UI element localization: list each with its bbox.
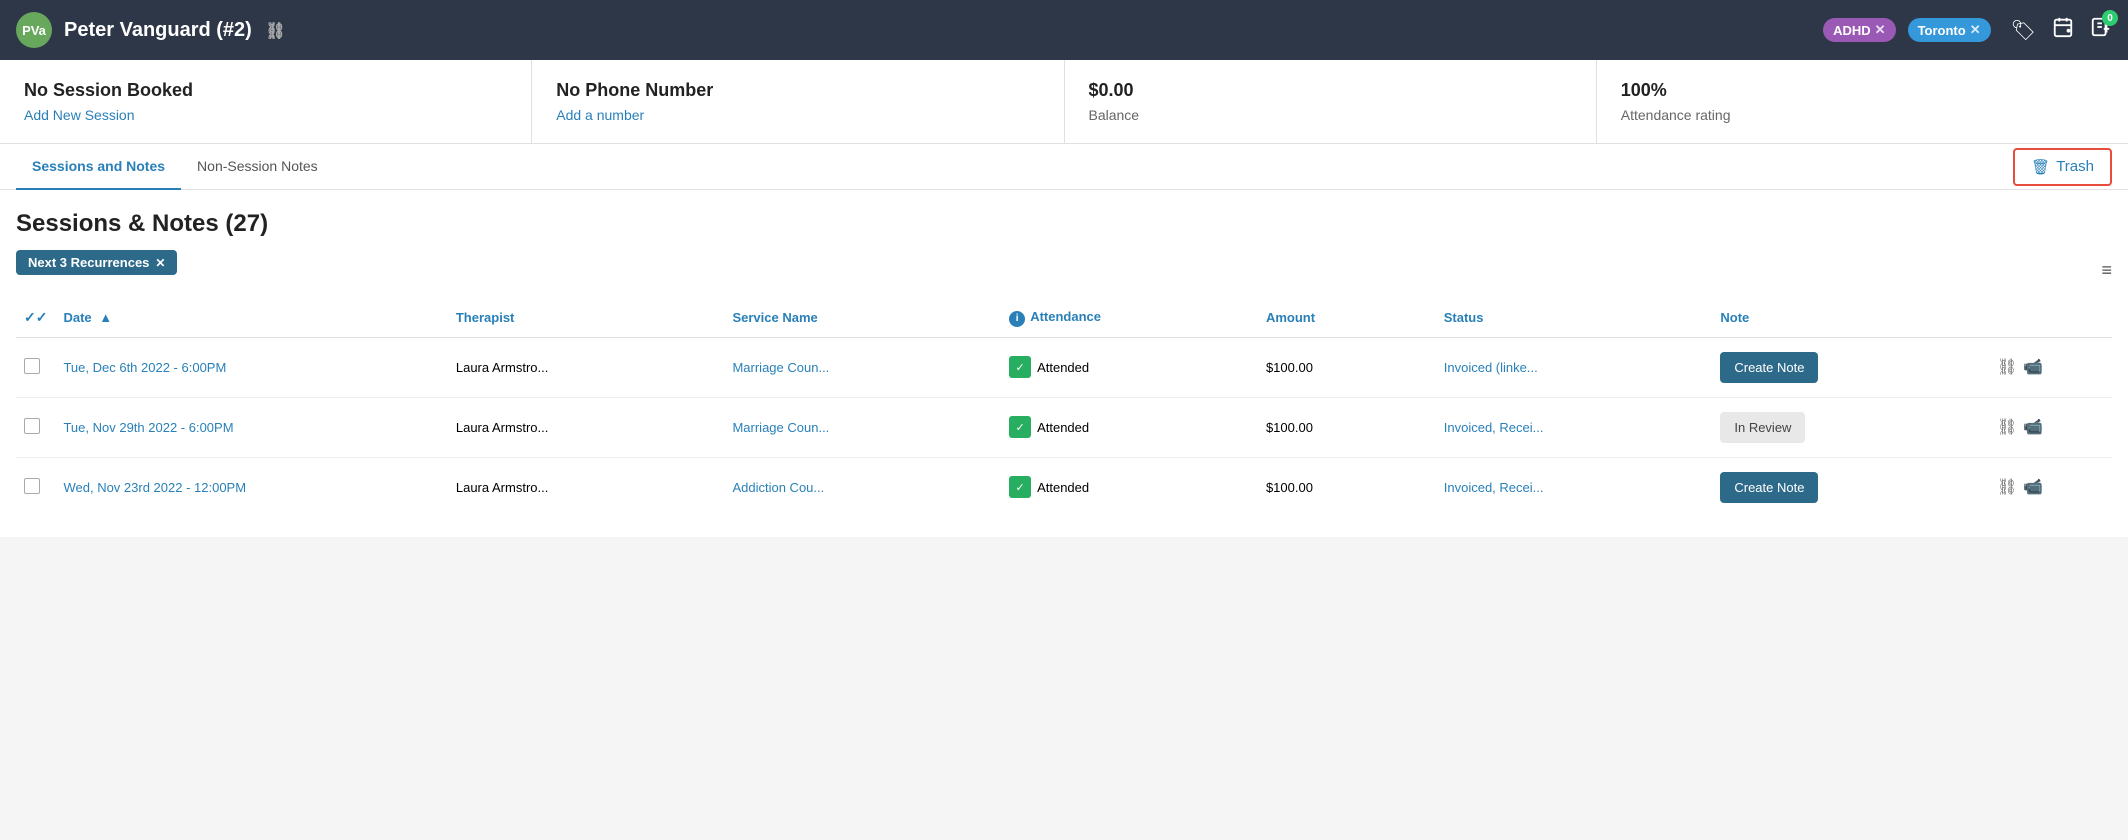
row3-service[interactable]: Addiction Cou... [724, 457, 1001, 517]
tag-adhd-remove[interactable]: ✕ [1875, 22, 1886, 38]
tags-icon[interactable]: 🏷 [2011, 18, 2036, 43]
row3-checkbox-cell[interactable] [16, 457, 55, 517]
filter-tag-recurrences[interactable]: Next 3 Recurrences ✕ [16, 250, 177, 275]
attendance-check-icon: ✓ [1009, 416, 1031, 438]
stats-row: No Session Booked Add New Session No Pho… [0, 60, 2128, 144]
main-content: Sessions & Notes (27) Next 3 Recurrences… [0, 190, 2128, 537]
stat-balance: $0.00 Balance [1065, 60, 1597, 143]
client-name: Peter Vanguard (#2) ⛓ [64, 19, 1811, 42]
row3-video-icon[interactable]: 📹 [2023, 477, 2043, 497]
avatar: PVa [16, 12, 52, 48]
sessions-table: ✓✓ Date ▲ Therapist Service Name i Atten… [16, 299, 2112, 517]
col-header-attendance[interactable]: i Attendance [1001, 299, 1258, 337]
filter-tag-remove[interactable]: ✕ [155, 256, 165, 270]
row1-amount: $100.00 [1258, 337, 1436, 397]
col-header-service[interactable]: Service Name [724, 299, 1001, 337]
stat-phone-title: No Phone Number [556, 80, 1039, 101]
row2-therapist: Laura Armstro... [448, 397, 725, 457]
row1-checkbox-cell[interactable] [16, 337, 55, 397]
row1-note-button-cell[interactable]: Create Note [1712, 337, 1989, 397]
row3-attendance: ✓ Attended [1001, 457, 1258, 517]
row1-attendance: ✓ Attended [1001, 337, 1258, 397]
row2-attendance: ✓ Attended [1001, 397, 1258, 457]
col-header-date[interactable]: Date ▲ [55, 299, 447, 337]
tabs-bar: Sessions and Notes Non-Session Notes 🗑 T… [0, 144, 2128, 190]
row2-in-review-button[interactable]: In Review [1720, 412, 1805, 443]
section-title: Sessions & Notes (27) [16, 210, 2112, 238]
attendance-info-icon[interactable]: i [1009, 311, 1025, 327]
filter-row: Next 3 Recurrences ✕ ≡ [16, 250, 2112, 291]
col-header-actions [1989, 299, 2112, 337]
row1-actions: ⛓ 📹 [1989, 337, 2112, 397]
col-header-status[interactable]: Status [1436, 299, 1713, 337]
col-header-amount[interactable]: Amount [1258, 299, 1436, 337]
row1-link-icon[interactable]: ⛓ [1997, 357, 2017, 377]
header: PVa Peter Vanguard (#2) ⛓ ADHD ✕ Toronto… [0, 0, 2128, 60]
row3-note-button-cell[interactable]: Create Note [1712, 457, 1989, 517]
row1-status[interactable]: Invoiced (linke... [1436, 337, 1713, 397]
stat-phone: No Phone Number Add a number [532, 60, 1064, 143]
row3-amount: $100.00 [1258, 457, 1436, 517]
header-icons: 🏷 0 [2011, 16, 2112, 44]
row1-checkbox[interactable] [24, 358, 40, 374]
row2-note-button-cell[interactable]: In Review [1712, 397, 1989, 457]
row3-date[interactable]: Wed, Nov 23rd 2022 - 12:00PM [55, 457, 447, 517]
tag-adhd[interactable]: ADHD ✕ [1823, 18, 1895, 42]
col-header-therapist[interactable]: Therapist [448, 299, 725, 337]
row3-link-icon[interactable]: ⛓ [1997, 477, 2017, 497]
row3-status[interactable]: Invoiced, Recei... [1436, 457, 1713, 517]
trash-icon: 🗑 [2031, 158, 2050, 176]
tab-non-session-notes[interactable]: Non-Session Notes [181, 144, 334, 190]
row2-date[interactable]: Tue, Nov 29th 2022 - 6:00PM [55, 397, 447, 457]
table-row: Wed, Nov 23rd 2022 - 12:00PM Laura Armst… [16, 457, 2112, 517]
table-row: Tue, Dec 6th 2022 - 6:00PM Laura Armstro… [16, 337, 2112, 397]
add-number-link[interactable]: Add a number [556, 107, 1039, 123]
row2-checkbox[interactable] [24, 418, 40, 434]
stat-session: No Session Booked Add New Session [0, 60, 532, 143]
tag-toronto-remove[interactable]: ✕ [1970, 22, 1981, 38]
filter-options-icon[interactable]: ≡ [2101, 260, 2112, 281]
notification-badge: 0 [2102, 10, 2118, 26]
row3-therapist: Laura Armstro... [448, 457, 725, 517]
row2-link-icon[interactable]: ⛓ [1997, 417, 2017, 437]
stat-balance-label: Balance [1089, 107, 1572, 123]
stat-attendance-title: 100% [1621, 80, 2104, 101]
row1-date[interactable]: Tue, Dec 6th 2022 - 6:00PM [55, 337, 447, 397]
sort-asc-icon: ▲ [99, 310, 112, 325]
row1-create-note-button[interactable]: Create Note [1720, 352, 1818, 383]
row2-amount: $100.00 [1258, 397, 1436, 457]
client-link-icon[interactable]: ⛓ [265, 23, 285, 40]
row3-actions: ⛓ 📹 [1989, 457, 2112, 517]
calendar-icon[interactable] [2052, 16, 2074, 44]
row1-video-icon[interactable]: 📹 [2023, 357, 2043, 377]
row1-service[interactable]: Marriage Coun... [724, 337, 1001, 397]
row2-service[interactable]: Marriage Coun... [724, 397, 1001, 457]
add-new-session-link[interactable]: Add New Session [24, 107, 507, 123]
row3-checkbox[interactable] [24, 478, 40, 494]
trash-button[interactable]: 🗑 Trash [2013, 148, 2112, 186]
stat-attendance: 100% Attendance rating [1597, 60, 2128, 143]
row2-checkbox-cell[interactable] [16, 397, 55, 457]
row2-actions: ⛓ 📹 [1989, 397, 2112, 457]
attendance-check-icon: ✓ [1009, 356, 1031, 378]
attendance-check-icon: ✓ [1009, 476, 1031, 498]
row1-therapist: Laura Armstro... [448, 337, 725, 397]
tab-sessions-notes[interactable]: Sessions and Notes [16, 144, 181, 190]
tag-toronto[interactable]: Toronto ✕ [1908, 18, 1991, 42]
table-row: Tue, Nov 29th 2022 - 6:00PM Laura Armstr… [16, 397, 2112, 457]
stat-balance-title: $0.00 [1089, 80, 1572, 101]
row3-create-note-button[interactable]: Create Note [1720, 472, 1818, 503]
add-note-icon[interactable]: 0 [2090, 16, 2112, 44]
stat-attendance-label: Attendance rating [1621, 107, 2104, 123]
row2-status[interactable]: Invoiced, Recei... [1436, 397, 1713, 457]
col-header-note[interactable]: Note [1712, 299, 1989, 337]
check-all-icon[interactable]: ✓✓ [24, 309, 47, 325]
stat-session-title: No Session Booked [24, 80, 507, 101]
col-check-all[interactable]: ✓✓ [16, 299, 55, 337]
row2-video-icon[interactable]: 📹 [2023, 417, 2043, 437]
